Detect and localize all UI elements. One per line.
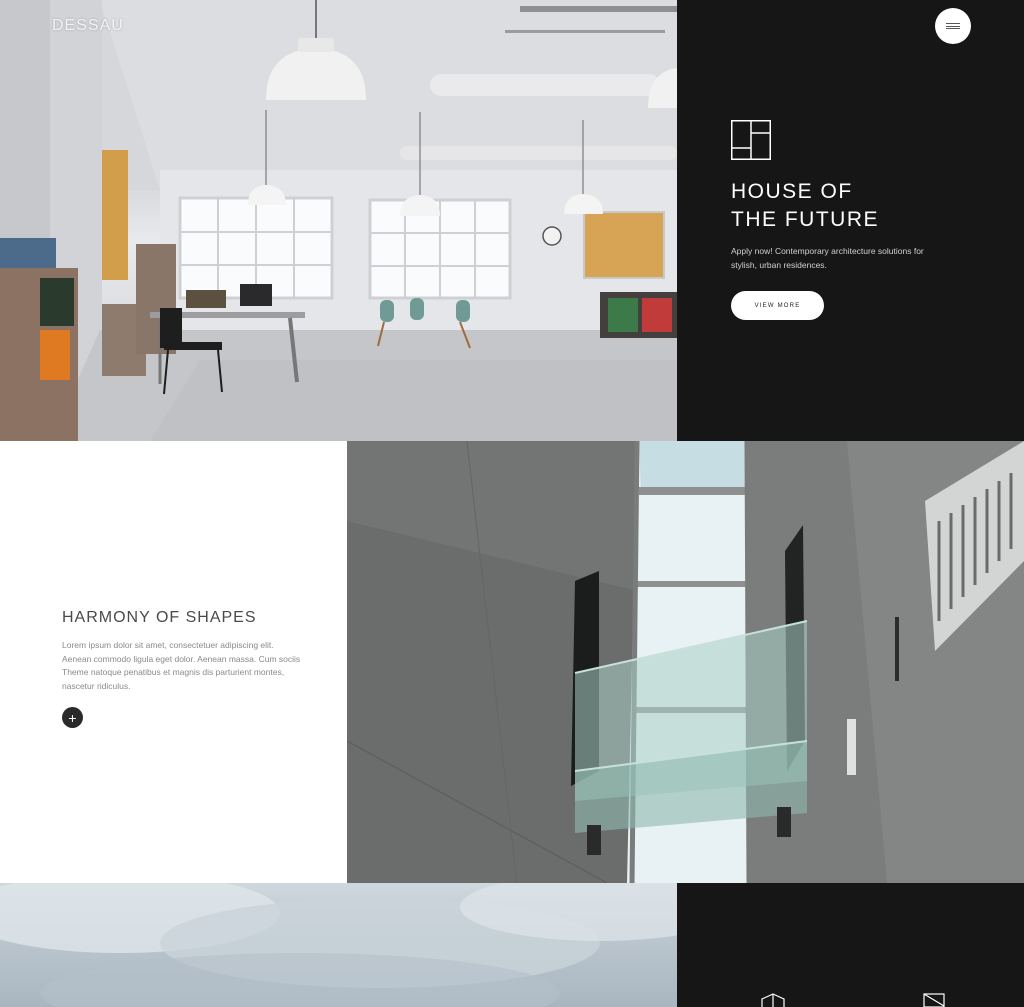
feature-text-panel: HARMONY OF SHAPES Lorem ipsum dolor sit … [0,441,347,883]
plus-icon: + [68,709,77,726]
hero-panel: HOUSE OF THE FUTURE Apply now! Contempor… [677,0,1024,441]
concrete-bridge-illustration [347,441,1024,883]
concrete-glass-bridge-photo [347,441,1024,883]
office-interior-illustration [0,0,677,441]
hero-section: DESSAU HOUSE OF THE FUTURE Apply now! Co… [0,0,1024,441]
hamburger-menu-icon [946,23,960,29]
menu-button[interactable] [935,8,971,44]
cloudy-sky-photo [0,883,677,1007]
bottom-dark-panel [677,883,1024,1007]
feature-section: HARMONY OF SHAPES Lorem ipsum dolor sit … [0,441,1024,883]
office-interior-photo: DESSAU [0,0,677,441]
hero-title: HOUSE OF THE FUTURE [731,178,971,234]
bottom-section [0,883,1024,1007]
plus-button[interactable]: + [62,707,83,728]
hero-description: Apply now! Contemporary architecture sol… [731,246,924,270]
blueprint-icon [923,993,945,1007]
cloudy-sky-illustration [0,883,677,1007]
logo[interactable]: DESSAU [52,17,124,35]
feature-title: HARMONY OF SHAPES [62,609,257,626]
cube-icon [761,993,785,1007]
feature-body: Lorem ipsum dolor sit amet, consectetuer… [62,640,301,691]
hero-title-line2: THE FUTURE [731,208,879,231]
view-more-button[interactable]: VIEW MORE [731,291,824,320]
floor-plan-icon [731,120,771,160]
hero-title-line1: HOUSE OF [731,180,853,203]
